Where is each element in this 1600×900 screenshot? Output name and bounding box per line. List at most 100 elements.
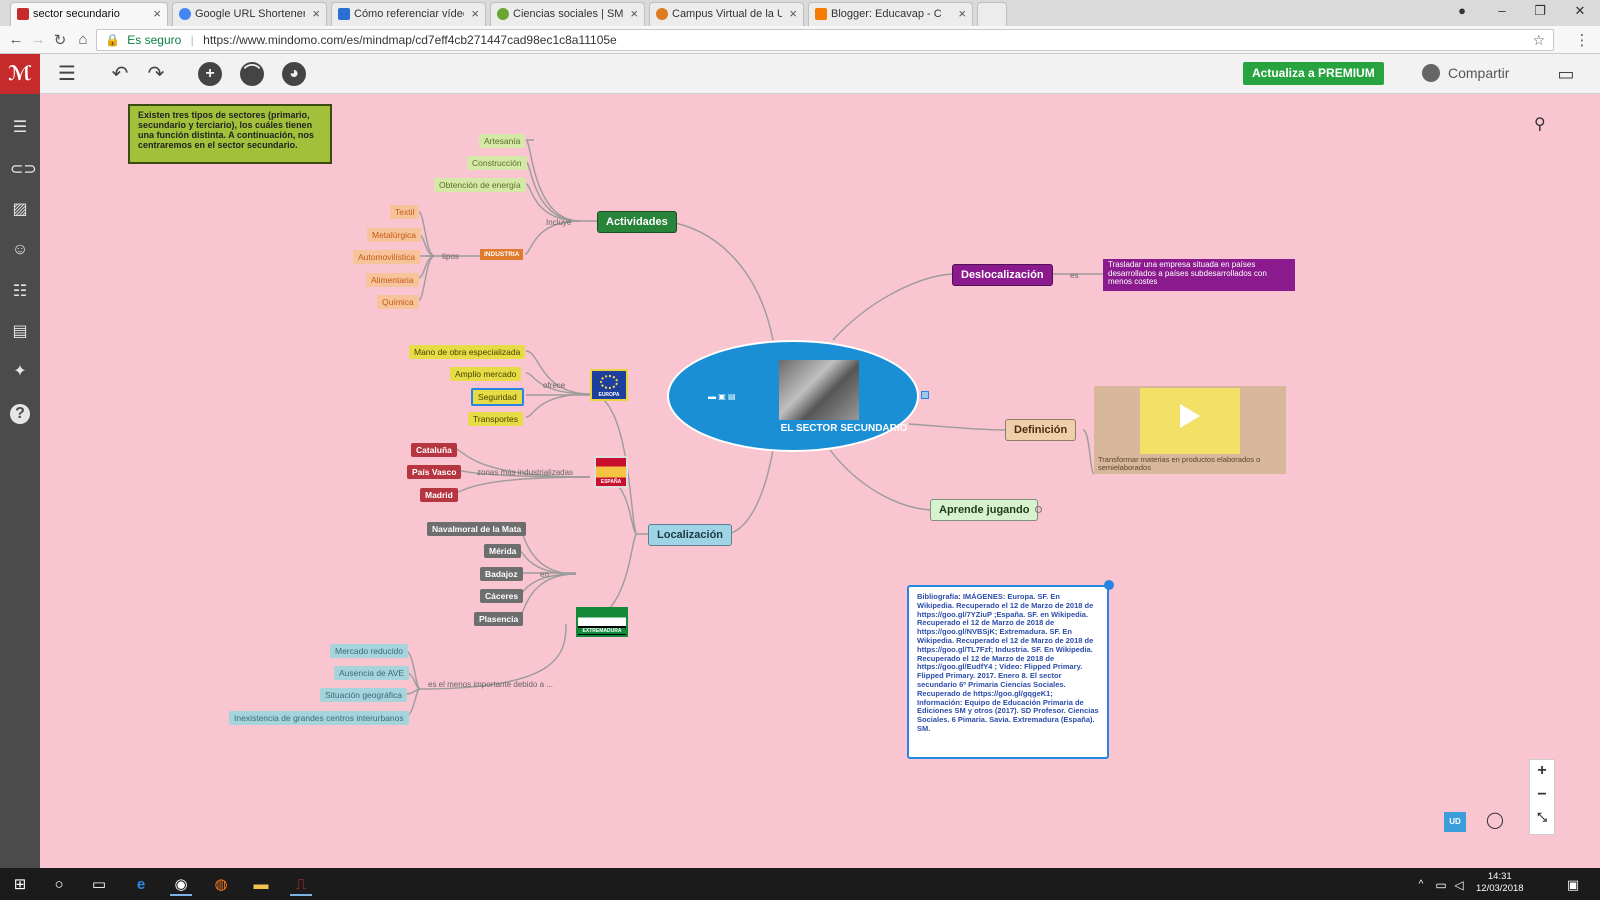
europe-flag-icon[interactable]: EUROPA bbox=[590, 369, 628, 401]
chrome-icon[interactable]: ◉ bbox=[170, 874, 192, 896]
add-topic-icon[interactable]: + bbox=[198, 62, 222, 86]
profile-icon[interactable]: ● bbox=[1444, 3, 1480, 18]
acrobat-icon[interactable]: ⎍ bbox=[290, 874, 312, 896]
subtopic-amplio-mercado[interactable]: Amplio mercado bbox=[450, 367, 522, 381]
subtopic-artesania[interactable]: Artesanía bbox=[479, 134, 526, 148]
home-icon[interactable]: ⌂ bbox=[73, 31, 93, 48]
subtopic-cataluna[interactable]: Cataluña bbox=[411, 443, 457, 457]
video-embed[interactable]: Transformar materias en productos elabor… bbox=[1094, 386, 1286, 474]
new-tab-button[interactable] bbox=[977, 2, 1007, 26]
subtopic-caceres[interactable]: Cáceres bbox=[480, 589, 524, 603]
browser-tab-blogger[interactable]: Blogger: Educavap - Crea × bbox=[808, 2, 973, 26]
ud-button[interactable]: UD bbox=[1444, 812, 1466, 832]
subtopic-inexistencia-centros[interactable]: Inexistencia de grandes centros interurb… bbox=[229, 711, 409, 725]
restore-icon[interactable]: ❐ bbox=[1522, 3, 1558, 19]
image-icon[interactable]: ▨ bbox=[10, 200, 30, 220]
topic-definicion[interactable]: Definición bbox=[1005, 419, 1077, 441]
spain-flag-icon[interactable]: ESPAÑA bbox=[594, 456, 628, 488]
ideas-bulb-icon[interactable]: ✦ bbox=[10, 362, 30, 382]
play-icon[interactable] bbox=[1180, 404, 1200, 428]
bookmark-star-icon[interactable]: ☆ bbox=[1532, 32, 1545, 49]
topic-collapse-toggle[interactable] bbox=[921, 391, 929, 399]
mindomo-logo-icon[interactable]: ℳ bbox=[0, 54, 40, 94]
mindmap-canvas[interactable]: Existen tres tipos de sectores (primario… bbox=[40, 94, 1600, 868]
topic-aprende-jugando[interactable]: Aprende jugando bbox=[930, 499, 1039, 521]
close-window-icon[interactable]: ✕ bbox=[1562, 3, 1598, 19]
subtopic-automovilistica[interactable]: Automovilística bbox=[353, 250, 421, 264]
bibliography-note[interactable]: Bibliografía: IMÁGENES: Europa. SF. En W… bbox=[907, 585, 1109, 759]
subtopic-alimentaria[interactable]: Alimentaria bbox=[366, 273, 419, 287]
browser-tab-sector-secundario[interactable]: sector secundario × bbox=[10, 2, 168, 26]
subtopic-navalmoral[interactable]: Navalmoral de la Mata bbox=[427, 522, 527, 536]
windows-start-icon[interactable]: ⊞ bbox=[9, 874, 31, 896]
close-tab-icon[interactable]: × bbox=[153, 6, 161, 21]
redo-icon[interactable]: ↷ bbox=[144, 62, 168, 86]
subtopic-mano-obra[interactable]: Mano de obra especializada bbox=[409, 345, 526, 359]
subtopic-quimica[interactable]: Química bbox=[377, 295, 419, 309]
browser-tab-referenciar-videos[interactable]: Cómo referenciar vídeos × bbox=[331, 2, 486, 26]
tray-chevron-icon[interactable]: ^ bbox=[1410, 874, 1432, 896]
chrome-menu-icon[interactable]: ⋮ bbox=[1572, 31, 1592, 49]
system-clock[interactable]: 14:31 12/03/2018 bbox=[1476, 871, 1524, 895]
subtopic-madrid[interactable]: Madrid bbox=[420, 488, 458, 502]
subtopic-seguridad[interactable]: Seguridad bbox=[471, 388, 524, 406]
topic-link-icon[interactable] bbox=[1035, 506, 1042, 513]
fit-screen-icon[interactable]: ⤡ bbox=[1530, 810, 1554, 825]
topic-localizacion[interactable]: Localización bbox=[648, 524, 733, 546]
url-input[interactable]: 🔒 Es seguro | https://www.mindomo.com/es… bbox=[96, 29, 1554, 51]
share-button[interactable]: Compartir bbox=[1422, 63, 1509, 82]
zoom-out-icon[interactable]: − bbox=[1530, 786, 1554, 804]
note-handle-icon[interactable] bbox=[1104, 580, 1114, 590]
subtopic-ausencia-ave[interactable]: Ausencia de AVE bbox=[334, 666, 410, 680]
subtopic-industria[interactable]: INDUSTRIA bbox=[480, 249, 524, 260]
close-tab-icon[interactable]: × bbox=[789, 6, 797, 21]
browser-tab-campus-virtual[interactable]: Campus Virtual de la UE × bbox=[649, 2, 804, 26]
topic-deslocalizacion[interactable]: Deslocalización bbox=[952, 264, 1053, 286]
chat-icon[interactable]: ◯ bbox=[1486, 810, 1504, 830]
topic-actividades[interactable]: Actividades bbox=[597, 211, 677, 233]
subtopic-obtencion-energia[interactable]: Obtención de energía bbox=[434, 178, 526, 192]
firefox-icon[interactable]: ◍ bbox=[210, 874, 232, 896]
undo-icon[interactable]: ↶ bbox=[108, 62, 132, 86]
subtopic-situacion-geografica[interactable]: Situación geográfica bbox=[320, 688, 408, 702]
subtopic-metalurgica[interactable]: Metalúrgica bbox=[367, 228, 421, 242]
zoom-in-icon[interactable]: + bbox=[1530, 762, 1554, 780]
edge-icon[interactable]: e bbox=[130, 874, 152, 896]
subtopic-merida[interactable]: Mérida bbox=[484, 544, 522, 558]
reload-icon[interactable]: ↻ bbox=[50, 31, 70, 49]
theme-palette-icon[interactable]: ◕ bbox=[282, 62, 306, 86]
subtopic-textil[interactable]: Textil bbox=[390, 205, 420, 219]
cortana-search-icon[interactable]: ○ bbox=[48, 874, 70, 896]
forward-icon[interactable]: → bbox=[28, 31, 48, 48]
minimize-icon[interactable]: – bbox=[1484, 3, 1520, 18]
help-icon[interactable]: ? bbox=[10, 404, 30, 424]
outline-icon[interactable]: ☰ bbox=[10, 118, 30, 138]
subtopic-construccion[interactable]: Construcción bbox=[467, 156, 527, 170]
browser-tab-google-url-shortener[interactable]: Google URL Shortener × bbox=[172, 2, 327, 26]
back-icon[interactable]: ← bbox=[6, 31, 26, 48]
tasks-icon[interactable]: ☷ bbox=[10, 282, 30, 302]
central-topic[interactable]: ▬ ▣ ▤ EL SECTOR SECUNDARIO bbox=[667, 340, 919, 452]
subtopic-badajoz[interactable]: Badajoz bbox=[480, 567, 523, 581]
emoji-icon[interactable]: ☺ bbox=[10, 240, 30, 260]
close-tab-icon[interactable]: × bbox=[630, 6, 638, 21]
upgrade-premium-button[interactable]: Actualiza a PREMIUM bbox=[1243, 62, 1384, 85]
subtopic-plasencia[interactable]: Plasencia bbox=[474, 612, 524, 626]
extremadura-flag-icon[interactable]: EXTREMADURA bbox=[576, 607, 628, 637]
subtopic-transportes[interactable]: Transportes bbox=[468, 412, 524, 426]
notifications-icon[interactable]: ▣ bbox=[1562, 874, 1584, 896]
volume-icon[interactable]: ◁ bbox=[1448, 874, 1470, 896]
subtopic-mercado-reducido[interactable]: Mercado reducido bbox=[330, 644, 409, 658]
search-icon[interactable]: ⚲ bbox=[1534, 114, 1546, 134]
intro-note[interactable]: Existen tres tipos de sectores (primario… bbox=[128, 104, 332, 164]
browser-tab-ciencias-sociales[interactable]: Ciencias sociales | SMSA × bbox=[490, 2, 645, 26]
close-tab-icon[interactable]: × bbox=[958, 6, 966, 21]
menu-icon[interactable]: ☰ bbox=[55, 62, 79, 86]
relationship-icon[interactable]: ⌒ bbox=[240, 62, 264, 86]
comments-icon[interactable]: ▤ bbox=[10, 322, 30, 342]
link-icon[interactable]: ⊂⊃ bbox=[10, 160, 37, 180]
deslocalizacion-definition[interactable]: Trasladar una empresa situada en países … bbox=[1103, 259, 1295, 291]
subtopic-pais-vasco[interactable]: País Vasco bbox=[407, 465, 462, 479]
task-view-icon[interactable]: ▭ bbox=[88, 874, 110, 896]
file-explorer-icon[interactable]: ▬ bbox=[250, 874, 272, 896]
